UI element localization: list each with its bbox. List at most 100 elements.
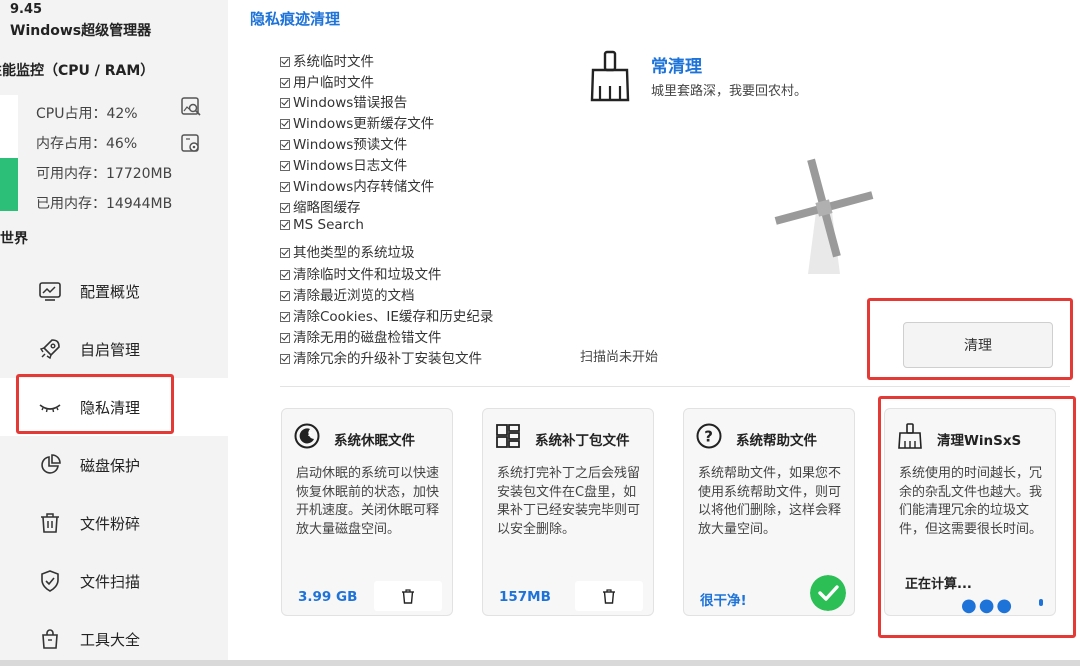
checklist-item-label: Windows更新缓存文件	[293, 116, 435, 132]
sidebar-item-tools[interactable]: 工具大全	[0, 610, 228, 666]
checklist-item-label: Windows内存转储文件	[293, 179, 435, 195]
app-name: Windows超级管理器	[10, 23, 152, 39]
checkbox-checked-icon[interactable]	[280, 182, 290, 192]
sidebar-item-config-overview[interactable]: 配置概览	[0, 262, 228, 320]
svg-text:?: ?	[704, 428, 713, 446]
checklist-item-label: 清除临时文件和垃圾文件	[293, 267, 442, 283]
card-size: 3.99 GB	[298, 589, 358, 605]
card-title: 系统帮助文件	[736, 433, 817, 449]
question-circle-icon: ?	[696, 423, 722, 449]
checkbox-checked-icon[interactable]	[280, 270, 290, 280]
rocket-icon	[39, 339, 60, 360]
sidebar-item-label: 磁盘保护	[80, 456, 141, 475]
checklist-item[interactable]: Windows内存转储文件	[280, 175, 434, 195]
checklist-item[interactable]: Windows更新缓存文件	[280, 112, 434, 132]
checklist-item-label: 用户临时文件	[293, 75, 374, 91]
memory-settings-icon[interactable]	[180, 133, 202, 155]
checklist-item[interactable]: Windows错误报告	[280, 91, 407, 111]
used-mem-text: 已用内存：14944MB	[36, 196, 173, 212]
sleep-moon-icon: z	[294, 423, 320, 449]
checklist-item-label: 其他类型的系统垃圾	[293, 245, 415, 261]
checklist-item[interactable]: Windows预读文件	[280, 133, 407, 153]
checklist-item-label: Windows日志文件	[293, 158, 408, 174]
checklist-item[interactable]: MS Search	[280, 217, 364, 233]
checklist-item-label: MS Search	[293, 217, 364, 233]
checklist-item[interactable]: 清除临时文件和垃圾文件	[280, 263, 442, 283]
checklist-item[interactable]: 系统临时文件	[280, 50, 374, 70]
shield-check-icon	[41, 570, 59, 592]
card-hibernate: z 系统休眠文件 启动休眠的系统可以快速恢复休眠前的状态，加快开机速度。关闭休眠…	[281, 408, 453, 616]
checklist-item[interactable]: 清除无用的磁盘检错文件	[280, 326, 442, 346]
checklist-item-label: 清除最近浏览的文档	[293, 288, 415, 304]
checklist-item[interactable]: 清除冗余的升级补丁安装包文件	[280, 347, 482, 367]
mem-usage-text: 内存占用：46%	[36, 136, 138, 152]
checkbox-checked-icon[interactable]	[280, 57, 290, 67]
card-desc: 系统帮助文件，如果您不使用系统帮助文件，则可以将他们删除，这样会释放大量空间。	[698, 466, 842, 537]
highlight-box	[16, 374, 174, 434]
checklist-item-label: 缩略图缓存	[293, 200, 361, 216]
checklist-item[interactable]: 缩略图缓存	[280, 196, 361, 216]
card-clean-status: 很干净!	[700, 593, 747, 609]
svg-text:z: z	[308, 430, 312, 438]
ram-usage-bar	[0, 95, 18, 211]
checkbox-checked-icon[interactable]	[280, 161, 290, 171]
shopping-bag-icon	[42, 629, 58, 649]
trash-icon	[402, 589, 414, 604]
checklist-item[interactable]: 用户临时文件	[280, 71, 374, 91]
sidebar-item-file-shred[interactable]: 文件粉碎	[0, 494, 228, 552]
cpu-usage-text: CPU占用：42%	[36, 106, 138, 122]
checklist-item-label: 系统临时文件	[293, 54, 374, 70]
checkbox-checked-icon[interactable]	[280, 291, 290, 301]
checklist-item[interactable]: 清除最近浏览的文档	[280, 284, 415, 304]
section-world: 世界	[0, 231, 28, 247]
trash-icon	[603, 589, 615, 604]
card-title: 系统补丁包文件	[535, 433, 630, 449]
card-help-files: ? 系统帮助文件 系统帮助文件，如果您不使用系统帮助文件，则可以将他们删除，这样…	[683, 408, 855, 616]
checklist-item-label: 清除冗余的升级补丁安装包文件	[293, 351, 482, 367]
checklist-item[interactable]: 清除Cookies、IE缓存和历史纪录	[280, 305, 493, 325]
checkbox-checked-icon[interactable]	[280, 312, 290, 322]
sidebar-item-file-scan[interactable]: 文件扫描	[0, 552, 228, 610]
app-version: 9.45	[10, 2, 43, 17]
sidebar: 9.45 Windows超级管理器 性能监控（CPU / RAM） CPU占用：…	[0, 0, 228, 666]
avail-mem-text: 可用内存：17720MB	[36, 166, 173, 182]
checklist-item[interactable]: Windows日志文件	[280, 154, 407, 174]
windows-grid-icon	[496, 424, 520, 448]
highlight-box	[867, 298, 1073, 380]
checkbox-checked-icon[interactable]	[280, 203, 290, 213]
checkbox-checked-icon[interactable]	[280, 98, 290, 108]
checklist-item-label: 清除无用的磁盘检错文件	[293, 330, 442, 346]
monitor-chart-icon	[39, 282, 61, 301]
broom-icon	[590, 50, 630, 102]
sidebar-item-startup[interactable]: 自启管理	[0, 320, 228, 378]
card-desc: 启动休眠的系统可以快速恢复休眠前的状态，加快开机速度。关闭休眠可释放大量磁盘空间…	[296, 466, 440, 537]
clean-headline: 常清理	[651, 57, 702, 77]
image-search-icon[interactable]	[180, 96, 202, 118]
checkbox-checked-icon[interactable]	[280, 78, 290, 88]
checkbox-checked-icon[interactable]	[280, 220, 290, 230]
checkbox-checked-icon[interactable]	[280, 140, 290, 150]
sidebar-item-label: 自启管理	[80, 340, 141, 359]
windmill-icon	[774, 158, 874, 274]
bottom-strip	[0, 660, 1080, 666]
page-title: 隐私痕迹清理	[250, 10, 341, 28]
checklist-item-label: Windows错误报告	[293, 95, 408, 111]
card-patch: 系统补丁包文件 系统打完补丁之后会残留安装包文件在C盘里，如果补丁已经安装完毕则…	[482, 408, 654, 616]
delete-button[interactable]	[374, 581, 442, 611]
checkbox-checked-icon[interactable]	[280, 248, 290, 258]
checkbox-checked-icon[interactable]	[280, 354, 290, 364]
card-desc: 系统打完补丁之后会残留安装包文件在C盘里，如果补丁已经安装完毕则可以安全删除。	[497, 466, 641, 537]
trash-icon	[41, 513, 59, 533]
checkbox-checked-icon[interactable]	[280, 333, 290, 343]
clean-subtitle: 城里套路深，我要回农村。	[651, 84, 808, 99]
check-circle-icon	[810, 575, 846, 611]
checklist-item-label: Windows预读文件	[293, 137, 408, 153]
highlight-box	[878, 396, 1076, 638]
checkbox-checked-icon[interactable]	[280, 119, 290, 129]
checklist-item[interactable]: 其他类型的系统垃圾	[280, 241, 415, 261]
sidebar-item-disk-protect[interactable]: 磁盘保护	[0, 436, 228, 494]
card-title: 系统休眠文件	[334, 433, 415, 449]
sidebar-item-label: 文件粉碎	[80, 514, 141, 533]
delete-button[interactable]	[575, 581, 643, 611]
sidebar-item-label: 文件扫描	[80, 572, 141, 591]
